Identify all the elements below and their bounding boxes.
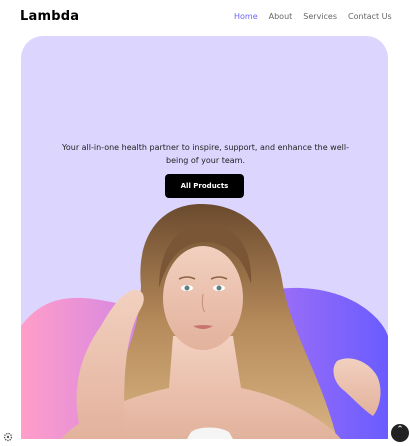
- nav-links: Home About Services Contact Us: [234, 12, 403, 21]
- hero-section: Your all-in-one health partner to inspir…: [21, 36, 388, 439]
- hero-image: [21, 204, 388, 439]
- chevron-up-icon: ⌃: [396, 425, 404, 435]
- nav-item-about[interactable]: About: [269, 12, 293, 21]
- nav-item-contact[interactable]: Contact Us: [348, 12, 392, 21]
- gear-icon[interactable]: [3, 427, 13, 442]
- all-products-button[interactable]: All Products: [165, 174, 244, 198]
- nav-item-home[interactable]: Home: [234, 12, 258, 21]
- brand-logo[interactable]: Lambda: [20, 9, 79, 24]
- top-navigation: Lambda Home About Services Contact Us: [0, 0, 410, 36]
- hero-tagline: Your all-in-one health partner to inspir…: [62, 143, 349, 165]
- nav-item-services[interactable]: Services: [303, 12, 337, 21]
- scroll-to-top-button[interactable]: ⌃: [391, 424, 409, 442]
